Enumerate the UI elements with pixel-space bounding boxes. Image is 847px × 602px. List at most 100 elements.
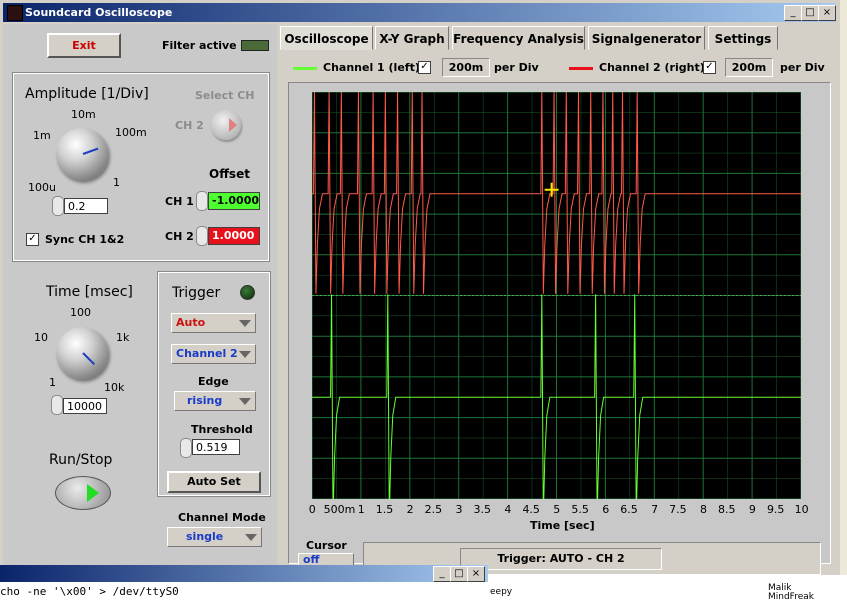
offset-ch1-value[interactable]: -1.0000	[208, 192, 260, 210]
offset-ch1-label: CH 1	[165, 195, 194, 208]
auto-set-button[interactable]: Auto Set	[167, 471, 261, 493]
x-axis-ticks: 0 500m 1 1.5 2 2.5 3 3.5 4 4.5 5 5.5 6 6.5 7 7.5 8 8.5 9 9.…	[280, 503, 836, 519]
ch2-div-value[interactable]: 200m	[725, 58, 773, 77]
tab-frequency-analysis[interactable]: Frequency Analysis	[452, 26, 585, 50]
channel-mode-label: Channel Mode	[178, 511, 266, 524]
time-knob[interactable]	[56, 327, 108, 379]
trigger-led	[240, 285, 255, 300]
background-text: eepy	[490, 587, 513, 597]
x-tick-label: 1	[357, 503, 365, 516]
terminal-close-button[interactable]: ×	[467, 566, 485, 582]
cursor-label: Cursor	[306, 539, 347, 552]
ch1-div-value[interactable]: 200m	[442, 58, 490, 77]
offset-ch2-value[interactable]: 1.0000	[208, 227, 260, 245]
x-tick-label: 2.5	[424, 503, 443, 516]
time-tick-1k: 1k	[116, 331, 130, 344]
select-ch-title: Select CH	[195, 89, 255, 102]
exit-button[interactable]: Exit	[47, 33, 121, 58]
trigger-channel-value: Channel 2	[176, 347, 238, 360]
play-icon	[87, 484, 99, 502]
tab-oscilloscope[interactable]: Oscilloscope	[280, 26, 373, 50]
trigger-status: Trigger: AUTO - CH 2	[460, 548, 662, 570]
title-bar[interactable]: Soundcard Oscilloscope _ □ ×	[3, 3, 836, 22]
x-tick-label: 3.5	[473, 503, 492, 516]
x-tick-label: 6.5	[620, 503, 638, 516]
x-tick-label: 7	[651, 503, 659, 516]
oscilloscope-plot[interactable]	[312, 92, 801, 499]
amplitude-spinner[interactable]	[52, 196, 64, 216]
background-text-3: MindFreak	[768, 592, 814, 602]
display-panel: Oscilloscope X-Y Graph Frequency Analysi…	[280, 24, 836, 575]
x-tick-label: 9.5	[766, 503, 785, 516]
terminal-maximize-button[interactable]: □	[450, 566, 468, 582]
ch2-visible-checkbox[interactable]: ✓	[703, 61, 716, 74]
amp-tick-100u: 100u	[28, 181, 56, 194]
x-tick-label: 5	[553, 503, 561, 516]
threshold-spinner[interactable]	[180, 438, 192, 458]
x-tick-label: 8	[700, 503, 707, 516]
offset-ch2-spinner[interactable]	[196, 226, 208, 246]
time-tick-100: 100	[70, 306, 91, 319]
time-tick-10: 10	[34, 331, 48, 344]
amp-tick-1: 1	[113, 176, 120, 189]
threshold-value[interactable]: 0.519	[192, 439, 240, 455]
tab-settings[interactable]: Settings	[708, 26, 778, 50]
terminal-minimize-button[interactable]: _	[433, 566, 451, 582]
time-spinner[interactable]	[51, 395, 63, 415]
offset-ch2-label: CH 2	[165, 230, 194, 243]
time-tick-10k: 10k	[104, 381, 125, 394]
control-panel: Exit Filter active Amplitude [1/Div] 10m…	[3, 24, 277, 575]
run-stop-label: Run/Stop	[49, 452, 113, 468]
trigger-channel-select[interactable]: Channel 2	[171, 344, 256, 364]
amplitude-title: Amplitude [1/Div]	[25, 86, 149, 102]
terminal-window: _ □ × cho -ne '\x00' > /dev/ttyS0	[0, 565, 488, 599]
tab-signalgenerator[interactable]: Signalgenerator	[588, 26, 705, 50]
offset-ch1-spinner[interactable]	[196, 191, 208, 211]
x-tick-label: 2	[406, 503, 414, 516]
time-title: Time [msec]	[46, 284, 133, 300]
x-tick-label: 4.5	[522, 503, 540, 516]
channel-mode-select[interactable]: single	[167, 527, 262, 547]
amplitude-knob[interactable]	[56, 128, 108, 180]
x-tick-label: 0	[308, 503, 316, 516]
filter-led	[241, 40, 269, 51]
ch1-legend-label: Channel 1 (left)	[323, 61, 420, 74]
edge-label: Edge	[198, 375, 229, 388]
amp-tick-10m: 10m	[71, 108, 96, 121]
select-ch-switch[interactable]	[211, 110, 241, 140]
window-title: Soundcard Oscilloscope	[25, 6, 173, 19]
x-tick-label: 9	[748, 503, 756, 516]
sync-checkbox[interactable]: ✓	[26, 233, 39, 246]
close-button[interactable]: ×	[818, 5, 836, 21]
edge-select[interactable]: rising	[174, 391, 256, 411]
x-tick-label: 8.5	[718, 503, 736, 516]
time-value[interactable]: 10000	[63, 398, 107, 414]
ch1-line-swatch	[293, 67, 317, 70]
run-stop-button[interactable]	[55, 476, 111, 510]
trigger-mode-value: Auto	[176, 316, 206, 329]
terminal-body[interactable]: cho -ne '\x00' > /dev/ttyS0	[0, 582, 488, 599]
ch2-legend-label: Channel 2 (right)	[599, 61, 705, 74]
ch1-per-div: per Div	[494, 61, 539, 74]
offset-title: Offset	[209, 167, 250, 181]
trigger-mode-select[interactable]: Auto	[171, 313, 256, 333]
x-tick-label: 7.5	[669, 503, 687, 516]
amplitude-value[interactable]: 0.2	[64, 198, 108, 214]
x-tick-label: 10	[794, 503, 809, 516]
maximize-button[interactable]: □	[801, 5, 819, 21]
x-tick-label: 4	[504, 503, 512, 516]
x-tick-label: 3	[455, 503, 463, 516]
ch2-per-div: per Div	[780, 61, 825, 74]
oscilloscope-window: Soundcard Oscilloscope _ □ × Exit Filter…	[0, 0, 840, 575]
x-axis-label: Time [sec]	[530, 519, 595, 532]
terminal-title-bar[interactable]: _ □ ×	[0, 565, 488, 582]
minimize-button[interactable]: _	[784, 5, 802, 21]
channel-mode-value: single	[186, 530, 224, 543]
x-tick-label: 500m	[323, 503, 356, 516]
desktop-edge	[840, 0, 847, 599]
trigger-title: Trigger	[172, 285, 221, 301]
ch1-visible-checkbox[interactable]: ✓	[418, 61, 431, 74]
tab-xy-graph[interactable]: X-Y Graph	[375, 26, 449, 50]
terminal-command: cho -ne '\x00' > /dev/ttyS0	[0, 585, 179, 598]
threshold-label: Threshold	[191, 423, 253, 436]
